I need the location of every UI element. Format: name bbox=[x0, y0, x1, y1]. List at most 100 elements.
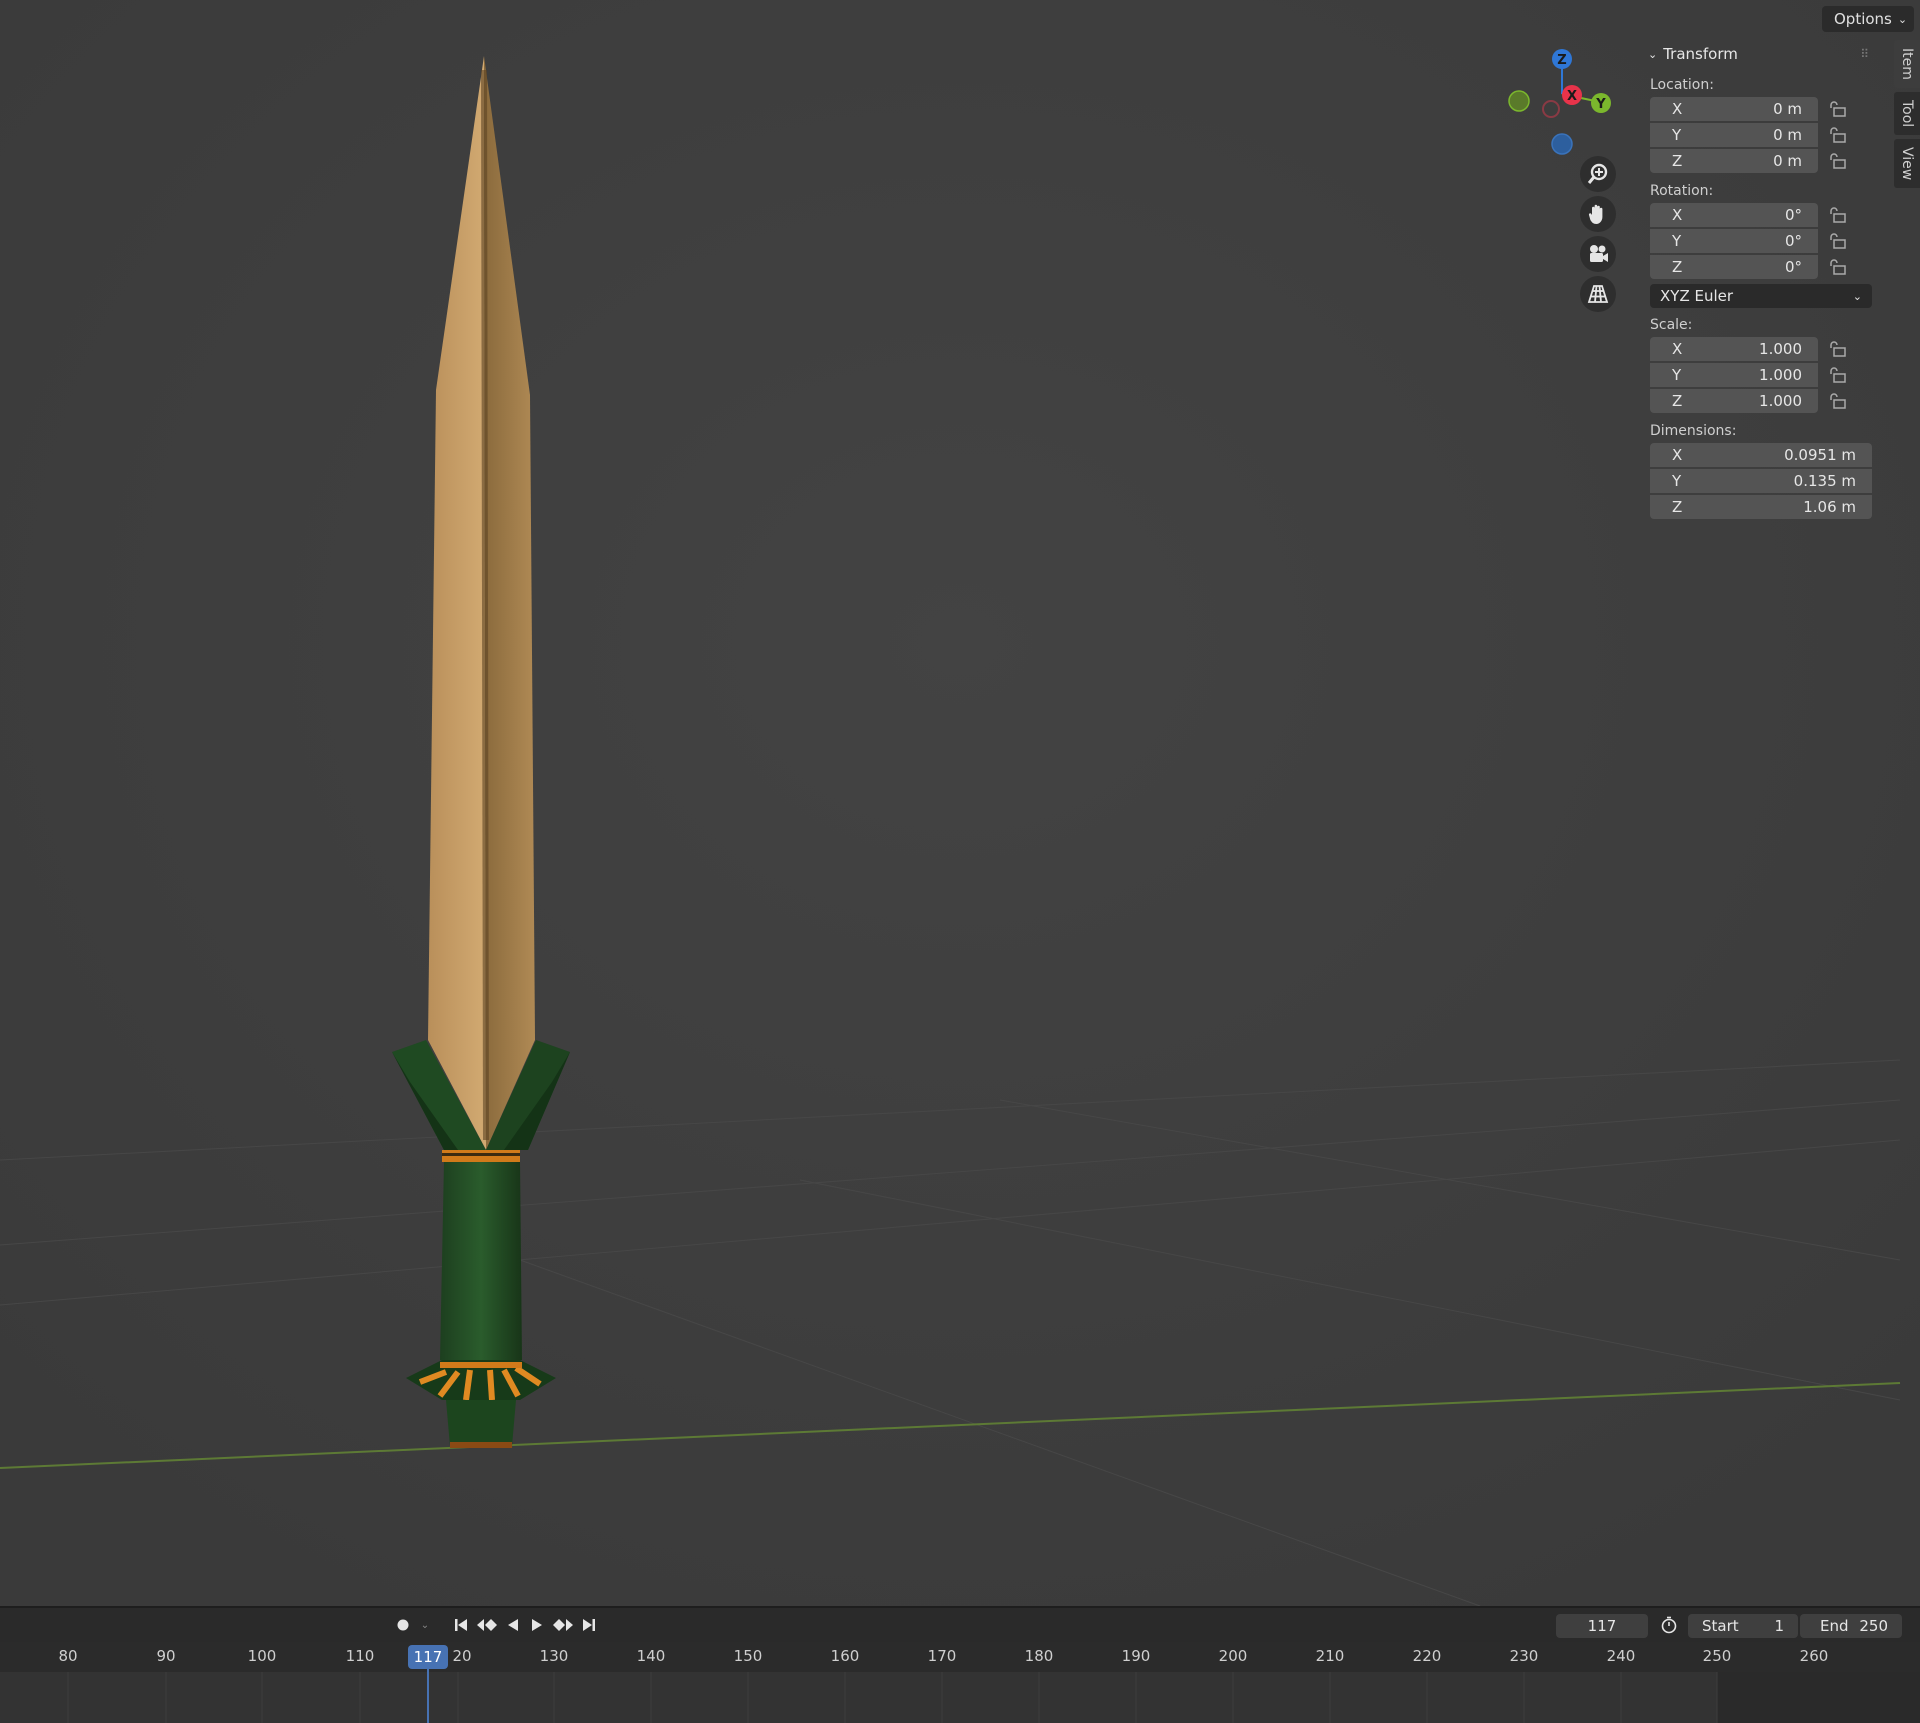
lock-icon[interactable] bbox=[1818, 233, 1858, 249]
axis-label: X bbox=[1672, 100, 1683, 118]
current-frame-field[interactable]: 117 bbox=[1556, 1614, 1648, 1638]
axis-label: Y bbox=[1672, 366, 1682, 384]
prev-keyframe-icon bbox=[477, 1619, 497, 1631]
chevron-down-icon[interactable]: ⌄ bbox=[418, 1614, 432, 1636]
lock-icon[interactable] bbox=[1818, 127, 1858, 143]
end-frame-field[interactable]: End 250 bbox=[1800, 1614, 1902, 1638]
field-value: 0 m bbox=[1773, 126, 1802, 144]
rotation-mode-value: XYZ Euler bbox=[1660, 287, 1734, 305]
location-y-field[interactable]: Y 0 m bbox=[1650, 123, 1818, 147]
lock-icon[interactable] bbox=[1818, 207, 1858, 223]
field-value: 1.06 m bbox=[1803, 498, 1856, 516]
dimensions-z-row: Z 1.06 m bbox=[1650, 494, 1878, 520]
tab-label: Tool bbox=[1899, 99, 1915, 128]
play-reverse-button[interactable] bbox=[502, 1614, 524, 1636]
current-frame-value: 117 bbox=[1587, 1617, 1617, 1635]
tab-label: Item bbox=[1899, 48, 1915, 80]
scale-z-field[interactable]: Z 1.000 bbox=[1650, 389, 1818, 413]
gizmo-neg-x bbox=[1542, 100, 1560, 118]
axis-label: Y bbox=[1672, 232, 1682, 250]
ruler-tick: 20 bbox=[452, 1647, 472, 1665]
axis-label: Z bbox=[1672, 258, 1683, 276]
ruler-tick: 190 bbox=[1121, 1647, 1151, 1665]
rotation-y-field[interactable]: Y 0° bbox=[1650, 229, 1818, 253]
transform-title: Transform bbox=[1663, 45, 1738, 63]
stopwatch-button[interactable] bbox=[1656, 1614, 1682, 1636]
field-value: 0° bbox=[1784, 206, 1802, 224]
options-button[interactable]: Options ⌄ bbox=[1822, 6, 1914, 32]
field-value: 0 m bbox=[1773, 152, 1802, 170]
play-button[interactable] bbox=[526, 1614, 548, 1636]
axis-label: Z bbox=[1672, 152, 1683, 170]
playhead[interactable] bbox=[427, 1669, 429, 1723]
lock-icon[interactable] bbox=[1818, 153, 1858, 169]
perspective-toggle-button[interactable] bbox=[1580, 276, 1616, 312]
sword-model[interactable] bbox=[0, 0, 1920, 1606]
axis-label: Z bbox=[1672, 392, 1683, 410]
axis-label: Z bbox=[1672, 498, 1683, 516]
jump-end-icon bbox=[583, 1619, 595, 1631]
dimensions-x-field[interactable]: X 0.0951 m bbox=[1650, 443, 1872, 467]
sidebar-tabs: Item Tool View bbox=[1894, 40, 1920, 192]
location-x-row: X 0 m bbox=[1650, 96, 1878, 122]
lock-icon[interactable] bbox=[1818, 393, 1858, 409]
ruler-tick: 250 bbox=[1702, 1647, 1732, 1665]
pan-button[interactable] bbox=[1580, 196, 1616, 232]
prev-keyframe-button[interactable] bbox=[474, 1614, 500, 1636]
svg-text:X: X bbox=[1567, 89, 1577, 104]
axis-label: X bbox=[1672, 446, 1683, 464]
lock-icon[interactable] bbox=[1818, 101, 1858, 117]
timeline-track[interactable] bbox=[0, 1672, 1920, 1723]
current-frame-badge[interactable]: 117 bbox=[408, 1645, 448, 1669]
play-icon bbox=[532, 1619, 542, 1631]
ruler-tick: 180 bbox=[1024, 1647, 1054, 1665]
rotation-x-field[interactable]: X 0° bbox=[1650, 203, 1818, 227]
lock-icon[interactable] bbox=[1818, 367, 1858, 383]
ruler-tick: 140 bbox=[636, 1647, 666, 1665]
rotation-mode-dropdown[interactable]: XYZ Euler ⌄ bbox=[1650, 284, 1872, 308]
scale-x-row: X 1.000 bbox=[1650, 336, 1878, 362]
start-frame-field[interactable]: Start 1 bbox=[1688, 1614, 1798, 1638]
tab-view[interactable]: View bbox=[1894, 139, 1920, 189]
tab-tool[interactable]: Tool bbox=[1894, 91, 1920, 136]
rotation-y-row: Y 0° bbox=[1650, 228, 1878, 254]
drag-grip-icon[interactable]: ⠿ bbox=[1860, 47, 1870, 61]
scale-x-field[interactable]: X 1.000 bbox=[1650, 337, 1818, 361]
lock-icon[interactable] bbox=[1818, 259, 1858, 275]
scale-y-field[interactable]: Y 1.000 bbox=[1650, 363, 1818, 387]
next-keyframe-button[interactable] bbox=[550, 1614, 576, 1636]
dimensions-y-field[interactable]: Y 0.135 m bbox=[1650, 469, 1872, 493]
field-value: 1.000 bbox=[1759, 366, 1802, 384]
field-value: 1.000 bbox=[1759, 340, 1802, 358]
transform-panel-header[interactable]: ⌄ Transform ⠿ bbox=[1638, 40, 1878, 68]
play-reverse-icon bbox=[508, 1619, 518, 1631]
start-label: Start bbox=[1702, 1617, 1739, 1635]
location-z-row: Z 0 m bbox=[1650, 148, 1878, 174]
lock-icon[interactable] bbox=[1818, 341, 1858, 357]
jump-start-button[interactable] bbox=[450, 1614, 472, 1636]
location-label: Location: bbox=[1650, 77, 1714, 93]
zoom-button[interactable] bbox=[1580, 156, 1616, 192]
dimensions-label: Dimensions: bbox=[1650, 423, 1737, 439]
location-y-row: Y 0 m bbox=[1650, 122, 1878, 148]
dimensions-x-row: X 0.0951 m bbox=[1650, 442, 1878, 468]
rotation-z-field[interactable]: Z 0° bbox=[1650, 255, 1818, 279]
ruler-tick: 80 bbox=[58, 1647, 78, 1665]
record-button[interactable] bbox=[390, 1614, 416, 1636]
dimensions-y-row: Y 0.135 m bbox=[1650, 468, 1878, 494]
perspective-grid-icon bbox=[1587, 285, 1609, 303]
3d-viewport[interactable]: Options ⌄ Z X Y ⌄ Transform ⠿ Location: bbox=[0, 0, 1920, 1606]
end-value: 250 bbox=[1859, 1617, 1888, 1635]
ruler-tick: 260 bbox=[1799, 1647, 1829, 1665]
location-z-field[interactable]: Z 0 m bbox=[1650, 149, 1818, 173]
navigation-gizmo[interactable]: Z X Y bbox=[1500, 46, 1620, 156]
camera-view-button[interactable] bbox=[1580, 236, 1616, 272]
zoom-icon bbox=[1587, 163, 1608, 184]
dimensions-z-field[interactable]: Z 1.06 m bbox=[1650, 495, 1872, 519]
jump-end-button[interactable] bbox=[578, 1614, 600, 1636]
camera-icon bbox=[1590, 245, 1608, 262]
location-x-field[interactable]: X 0 m bbox=[1650, 97, 1818, 121]
axis-label: Y bbox=[1672, 472, 1682, 490]
ruler-tick: 100 bbox=[247, 1647, 277, 1665]
tab-item[interactable]: Item bbox=[1894, 40, 1920, 88]
